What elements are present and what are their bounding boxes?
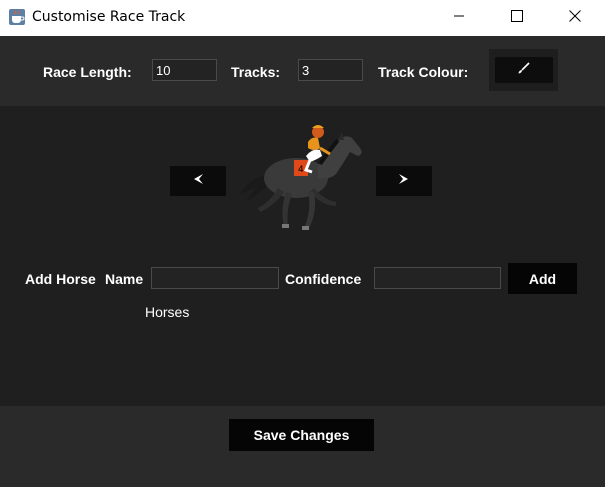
horse-name-input[interactable] [151, 267, 279, 289]
title-bar: Customise Race Track [0, 0, 605, 36]
confidence-input[interactable] [374, 267, 501, 289]
confidence-label: Confidence [285, 271, 362, 287]
horses-list-label: Horses [145, 304, 190, 320]
java-cup-icon [8, 8, 26, 26]
arrow-left-icon [192, 172, 204, 190]
horse-name-label: Name [105, 271, 144, 287]
horse-image: 4 [234, 116, 370, 246]
maximize-button[interactable] [494, 0, 540, 36]
arrow-right-icon [398, 172, 410, 190]
track-colour-button[interactable] [489, 49, 558, 91]
track-colour-button-face [494, 57, 553, 83]
next-horse-button[interactable] [376, 166, 432, 196]
close-icon [569, 9, 581, 27]
add-horse-button[interactable]: Add [508, 263, 577, 294]
tracks-input[interactable] [298, 59, 363, 81]
maximize-icon [511, 9, 523, 27]
race-length-input[interactable] [152, 59, 217, 81]
add-horse-label: Add Horse [25, 271, 96, 287]
save-changes-button[interactable]: Save Changes [229, 419, 374, 451]
race-length-label: Race Length: [43, 64, 132, 80]
svg-text:4: 4 [298, 165, 304, 175]
close-button[interactable] [552, 0, 598, 36]
paintbrush-icon [517, 61, 531, 80]
tracks-label: Tracks: [231, 64, 281, 80]
window-title: Customise Race Track [32, 9, 186, 25]
previous-horse-button[interactable] [170, 166, 226, 196]
minimize-icon [453, 9, 465, 27]
minimize-button[interactable] [436, 0, 482, 36]
track-colour-label: Track Colour: [378, 64, 469, 80]
